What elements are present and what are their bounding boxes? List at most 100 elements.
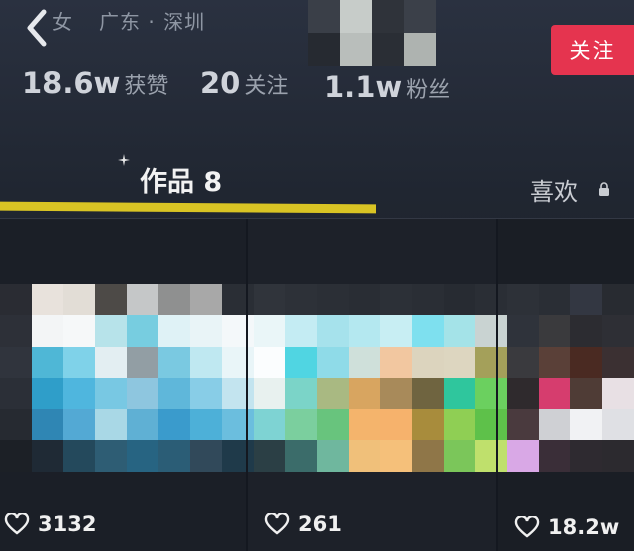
mosaic-cell (190, 315, 222, 347)
mosaic-cell (63, 377, 96, 410)
mosaic-cell (316, 346, 349, 378)
active-tab-indicator (0, 201, 376, 214)
back-arrow-icon[interactable] (22, 8, 52, 48)
likes-count: 3132 (38, 512, 97, 536)
mosaic-cell (443, 377, 476, 410)
mosaic-cell (538, 377, 571, 410)
mosaic-cell (253, 440, 286, 472)
mosaic-cell (31, 377, 64, 410)
mosaic-cell (507, 346, 539, 378)
mosaic-cell (475, 409, 507, 441)
mosaic-cell (443, 284, 476, 316)
mosaic-cell (253, 377, 286, 410)
stat-label: 关注 (244, 74, 289, 99)
mosaic-cell (190, 377, 222, 410)
mosaic-cell (316, 377, 349, 410)
mosaic-cell (190, 440, 222, 472)
profile-location: 女 广东 · 深圳 (52, 6, 205, 35)
mosaic-cell (348, 284, 381, 316)
mosaic-cell (316, 409, 349, 441)
mosaic-cell (285, 284, 317, 316)
mosaic-cell (411, 346, 444, 378)
mosaic-cell (190, 346, 222, 378)
column-divider (496, 219, 498, 551)
mosaic-cell (570, 409, 603, 441)
mosaic-cell (126, 377, 159, 410)
mosaic-cell (380, 315, 412, 347)
mosaic-cell (570, 440, 603, 472)
location-text: 广东 · 深圳 (99, 10, 206, 34)
mosaic-cell (538, 315, 571, 347)
mosaic-cell (602, 315, 634, 347)
mosaic-cell (285, 315, 317, 347)
mosaic-cell (316, 315, 349, 347)
heart-icon (4, 513, 30, 535)
mosaic-cell (570, 377, 603, 410)
tab-likes[interactable]: 喜欢 (530, 172, 578, 207)
mosaic-cell (411, 377, 444, 410)
mosaic-cell (31, 440, 64, 472)
mosaic-cell (411, 315, 444, 347)
heart-icon (514, 516, 540, 538)
mosaic-cell (507, 440, 539, 472)
mosaic-cell (31, 284, 64, 316)
mosaic-cell (63, 284, 96, 316)
mosaic-cell (475, 315, 507, 347)
mosaic-cell (507, 377, 539, 410)
mosaic-cell (507, 409, 539, 441)
stat-value: 18.6w (22, 66, 121, 100)
stat-likes-received[interactable]: 18.6w 获赞 (22, 66, 168, 100)
mosaic-cell (158, 315, 191, 347)
mosaic-cell (570, 346, 603, 378)
mosaic-cell (316, 284, 349, 316)
stat-followers[interactable]: 1.1w 粉丝 (324, 70, 450, 104)
heart-icon (264, 513, 290, 535)
mosaic-cell (538, 284, 571, 316)
mosaic-cell (538, 409, 571, 441)
mosaic-cell (190, 284, 222, 316)
mosaic-cell (570, 315, 603, 347)
mosaic-cell (285, 440, 317, 472)
mosaic-cell (126, 284, 159, 316)
mosaic-cell (95, 284, 127, 316)
mosaic-cell (602, 440, 634, 472)
gender-text: 女 (52, 10, 73, 34)
mosaic-cell (95, 409, 127, 441)
stat-following[interactable]: 20 关注 (200, 66, 288, 100)
mosaic-cell (221, 409, 254, 441)
mosaic-cell (348, 377, 381, 410)
mosaic-cell (285, 346, 317, 378)
follow-button[interactable]: 关注 (551, 25, 634, 75)
mosaic-cell (95, 346, 127, 378)
tab-works[interactable]: 作品 8 (140, 160, 222, 199)
mosaic-cell (602, 409, 634, 441)
mosaic-cell (221, 284, 254, 316)
mosaic-cell (538, 440, 571, 472)
mosaic-cell (475, 377, 507, 410)
mosaic-cell (348, 315, 381, 347)
likes-count: 261 (298, 512, 342, 536)
mosaic-cell (63, 440, 96, 472)
mosaic-cell (602, 346, 634, 378)
mosaic-cell (158, 284, 191, 316)
mosaic-cell (507, 315, 539, 347)
mosaic-cell (63, 346, 96, 378)
column-divider (246, 219, 248, 551)
mosaic-cell (31, 346, 64, 378)
mosaic-cell (380, 409, 412, 441)
mosaic-cell (0, 377, 32, 410)
mosaic-cell (602, 377, 634, 410)
mosaic-cell (348, 346, 381, 378)
sparkle-icon (118, 154, 130, 166)
mosaic-cell (158, 377, 191, 410)
mosaic-cell (126, 409, 159, 441)
likes-count: 18.2w (548, 515, 620, 539)
mosaic-cell (602, 284, 634, 316)
mosaic-cell (443, 346, 476, 378)
mosaic-cell (411, 409, 444, 441)
mosaic-cell (31, 409, 64, 441)
mosaic-cell (475, 284, 507, 316)
mosaic-cell (95, 440, 127, 472)
pixelated-content (0, 284, 634, 472)
profile-screen: 女 广东 · 深圳 关注 18.6w 获赞 20 关注 1.1w 粉丝 作品 8 喜欢 (0, 0, 634, 551)
